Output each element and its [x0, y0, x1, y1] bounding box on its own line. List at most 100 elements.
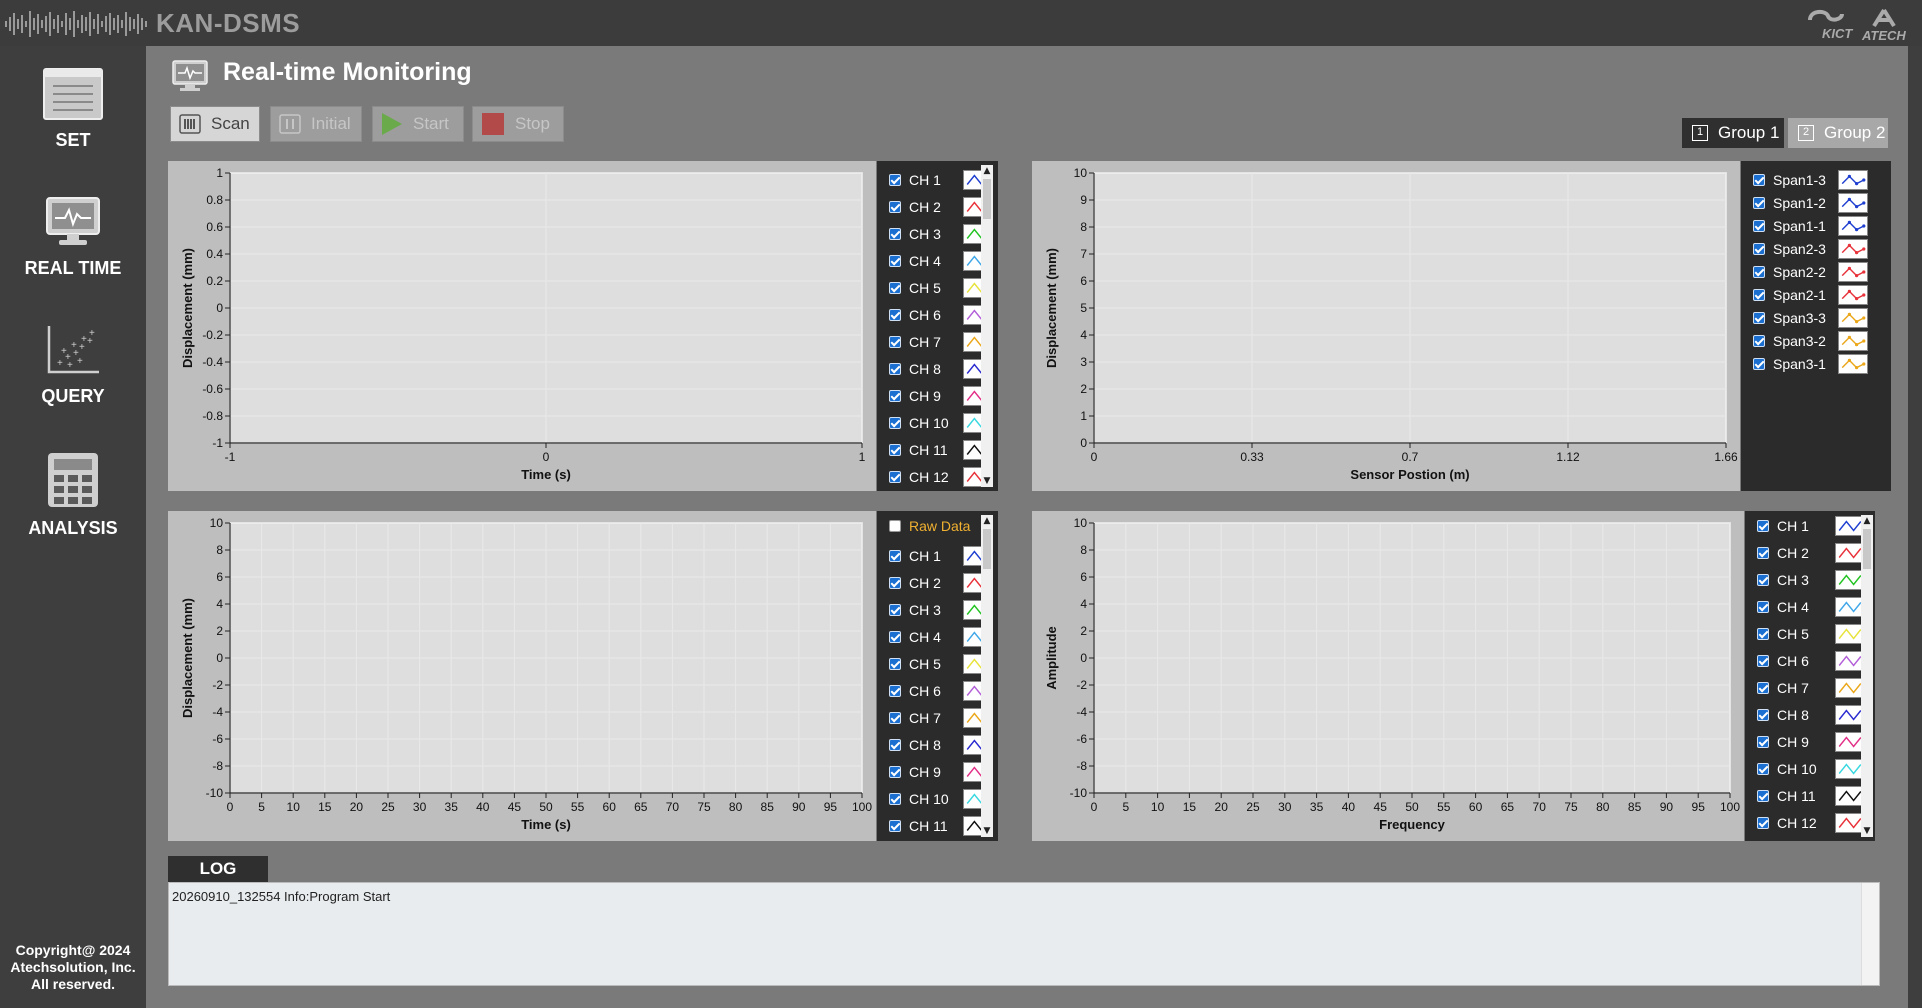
sidebar-item-realtime[interactable]: REAL TIME: [0, 196, 146, 316]
scroll-down-arrow[interactable]: ▼: [981, 825, 993, 837]
legend-item[interactable]: CH 3: [889, 223, 941, 245]
checkbox[interactable]: [1757, 736, 1769, 748]
checkbox[interactable]: [1753, 266, 1765, 278]
checkbox[interactable]: [1757, 547, 1769, 559]
checkbox[interactable]: [889, 174, 901, 186]
legend-item[interactable]: CH 2: [889, 572, 941, 594]
checkbox[interactable]: [889, 766, 901, 778]
series-swatch[interactable]: [1838, 216, 1868, 236]
legend-item[interactable]: CH 10: [1757, 758, 1817, 780]
legend-item[interactable]: CH 9: [889, 385, 941, 407]
legend-item[interactable]: Span3-2: [1753, 330, 1826, 352]
scroll-thumb[interactable]: [1863, 529, 1871, 569]
checkbox[interactable]: [1757, 682, 1769, 694]
scroll-down-arrow[interactable]: ▼: [981, 475, 993, 487]
checkbox[interactable]: [1757, 655, 1769, 667]
sidebar-item-set[interactable]: SET: [0, 68, 146, 188]
checkbox[interactable]: [1757, 709, 1769, 721]
scroll-up-arrow[interactable]: ▲: [981, 515, 993, 527]
group-1-button[interactable]: 1 Group 1: [1682, 118, 1784, 148]
checkbox[interactable]: [889, 604, 901, 616]
legend-item[interactable]: CH 6: [889, 304, 941, 326]
legend-item[interactable]: CH 10: [889, 412, 949, 434]
sidebar-item-analysis[interactable]: ANALYSIS: [0, 452, 146, 572]
legend-item[interactable]: CH 1: [889, 545, 941, 567]
checkbox[interactable]: [889, 255, 901, 267]
checkbox[interactable]: [1757, 763, 1769, 775]
legend-item[interactable]: Span1-3: [1753, 169, 1826, 191]
scroll-down-arrow[interactable]: ▼: [1861, 825, 1873, 837]
stop-button[interactable]: Stop: [472, 106, 564, 142]
legend-item[interactable]: CH 1: [889, 169, 941, 191]
scan-button[interactable]: Scan: [170, 106, 260, 142]
checkbox[interactable]: [1757, 601, 1769, 613]
legend-item[interactable]: Span3-3: [1753, 307, 1826, 329]
series-swatch[interactable]: [1838, 354, 1868, 374]
checkbox[interactable]: [889, 550, 901, 562]
checkbox[interactable]: [889, 390, 901, 402]
checkbox[interactable]: [889, 228, 901, 240]
legend-item[interactable]: CH 1: [1757, 515, 1809, 537]
legend-item[interactable]: CH 4: [1757, 596, 1809, 618]
legend-item[interactable]: CH 6: [889, 680, 941, 702]
log-textarea[interactable]: 20260910_132554 Info:Program Start: [168, 882, 1880, 986]
series-swatch[interactable]: [1838, 170, 1868, 190]
checkbox[interactable]: [889, 336, 901, 348]
checkbox[interactable]: [1753, 289, 1765, 301]
checkbox[interactable]: [1753, 220, 1765, 232]
legend-item[interactable]: CH 9: [889, 761, 941, 783]
legend-item[interactable]: CH 5: [1757, 623, 1809, 645]
checkbox[interactable]: [1757, 574, 1769, 586]
series-swatch[interactable]: [1838, 239, 1868, 259]
checkbox[interactable]: [889, 577, 901, 589]
checkbox[interactable]: [1753, 243, 1765, 255]
start-button[interactable]: Start: [372, 106, 464, 142]
sidebar-item-query[interactable]: + + + + + + + + + + + QUERY: [0, 324, 146, 444]
raw-data-checkbox[interactable]: Raw Data: [889, 515, 970, 537]
legend-item[interactable]: CH 8: [1757, 704, 1809, 726]
legend-item[interactable]: Span2-1: [1753, 284, 1826, 306]
legend-item[interactable]: Span2-2: [1753, 261, 1826, 283]
checkbox[interactable]: [1757, 790, 1769, 802]
legend-item[interactable]: CH 11: [889, 815, 948, 837]
legend-item[interactable]: CH 4: [889, 250, 941, 272]
legend-item[interactable]: Span1-2: [1753, 192, 1826, 214]
checkbox[interactable]: [1757, 520, 1769, 532]
checkbox[interactable]: [889, 282, 901, 294]
legend-item[interactable]: Span3-1: [1753, 353, 1826, 375]
legend-item[interactable]: CH 9: [1757, 731, 1809, 753]
legend-item[interactable]: CH 5: [889, 277, 941, 299]
checkbox[interactable]: [1753, 197, 1765, 209]
checkbox[interactable]: [889, 793, 901, 805]
legend-item[interactable]: CH 12: [889, 466, 949, 488]
checkbox[interactable]: [889, 685, 901, 697]
series-swatch[interactable]: [1838, 285, 1868, 305]
legend-item[interactable]: CH 2: [1757, 542, 1809, 564]
series-swatch[interactable]: [1838, 193, 1868, 213]
legend-item[interactable]: CH 5: [889, 653, 941, 675]
legend-item[interactable]: CH 3: [1757, 569, 1809, 591]
legend-item[interactable]: CH 3: [889, 599, 941, 621]
legend-item[interactable]: CH 11: [889, 439, 948, 461]
checkbox[interactable]: [889, 658, 901, 670]
checkbox[interactable]: [889, 631, 901, 643]
series-swatch[interactable]: [1838, 308, 1868, 328]
legend-item[interactable]: CH 12: [1757, 812, 1817, 834]
legend-scrollbar[interactable]: ▲ ▼: [981, 515, 993, 837]
scroll-up-arrow[interactable]: ▲: [1861, 515, 1873, 527]
legend-item[interactable]: Span2-3: [1753, 238, 1826, 260]
checkbox[interactable]: [1753, 358, 1765, 370]
checkbox[interactable]: [1753, 335, 1765, 347]
initial-button[interactable]: Initial: [270, 106, 362, 142]
log-scrollbar[interactable]: [1861, 883, 1879, 985]
checkbox[interactable]: [889, 417, 901, 429]
legend-item[interactable]: CH 7: [1757, 677, 1809, 699]
checkbox[interactable]: [889, 201, 901, 213]
legend-item[interactable]: CH 11: [1757, 785, 1816, 807]
series-swatch[interactable]: [1838, 331, 1868, 351]
checkbox[interactable]: [889, 820, 901, 832]
scroll-thumb[interactable]: [983, 179, 991, 219]
legend-item[interactable]: CH 8: [889, 734, 941, 756]
checkbox[interactable]: [889, 712, 901, 724]
checkbox[interactable]: [889, 471, 901, 483]
